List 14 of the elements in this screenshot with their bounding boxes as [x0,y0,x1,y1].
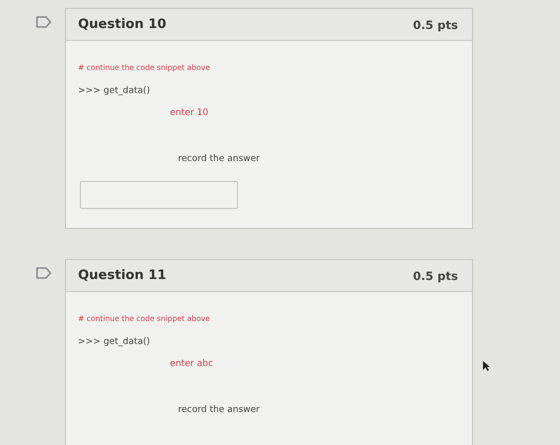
flag-icon[interactable] [36,267,52,279]
code-text: >>> get_data() [78,86,150,96]
code-text: >>> get_data() [78,337,150,347]
instruction-text: record the answer [178,154,260,164]
hint-text: enter abc [170,359,214,369]
question-points: 0.5 pts [413,18,458,32]
flag-icon[interactable] [36,16,52,28]
instruction-text: record the answer [178,405,260,415]
question-title: Question 11 [78,268,166,283]
question-points: 0.5 pts [413,268,458,282]
question-title: Question 10 [78,17,166,32]
hint-text: enter 10 [170,108,208,118]
mouse-pointer-icon [482,360,491,372]
answer-field[interactable] [80,181,238,209]
